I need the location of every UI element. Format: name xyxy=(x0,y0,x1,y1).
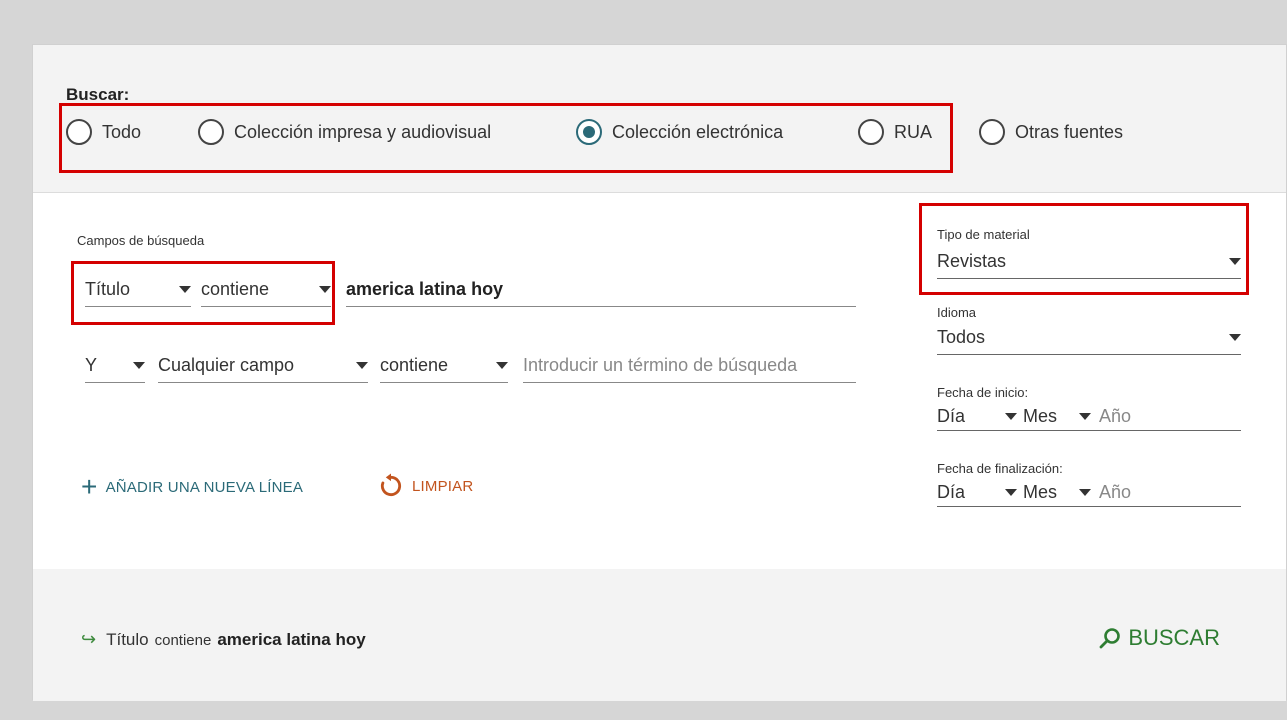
radio-coleccion-impresa[interactable]: Colección impresa y audiovisual xyxy=(198,118,491,146)
caret-down-icon xyxy=(1229,334,1241,341)
radio-circle-icon xyxy=(198,119,224,145)
language-label: Idioma xyxy=(937,305,977,320)
clear-button[interactable]: LIMPIAR xyxy=(378,473,473,499)
caret-down-icon xyxy=(496,362,508,369)
field-select-value: Título xyxy=(85,279,131,299)
caret-down-icon xyxy=(1005,413,1017,420)
caret-down-icon xyxy=(179,286,191,293)
end-day-select[interactable]: Día xyxy=(937,482,1005,503)
language-select[interactable]: Todos xyxy=(937,321,1241,355)
radio-rua[interactable]: RUA xyxy=(858,118,932,146)
advanced-search-panel: Buscar: Todo Colección impresa y audiovi… xyxy=(32,44,1287,701)
caret-down-icon xyxy=(1079,413,1091,420)
radio-circle-icon xyxy=(979,119,1005,145)
search-fields-label: Campos de búsqueda xyxy=(77,233,205,248)
boolean-select-value: Y xyxy=(85,355,98,375)
summary-value: america latina hoy xyxy=(217,630,366,649)
start-date-row: Día Mes Año xyxy=(937,403,1241,431)
search-button-label: BUSCAR xyxy=(1128,625,1220,650)
radio-otras-fuentes[interactable]: Otras fuentes xyxy=(979,118,1123,146)
caret-down-icon xyxy=(319,286,331,293)
operator-select-row2[interactable]: contiene xyxy=(380,349,508,383)
field-select-row1[interactable]: Título xyxy=(85,273,191,307)
material-type-select[interactable]: Revistas xyxy=(937,245,1241,279)
radio-label: Todo xyxy=(102,121,142,142)
radio-label: Otras fuentes xyxy=(1015,121,1124,142)
clear-label: LIMPIAR xyxy=(412,477,474,495)
reset-icon xyxy=(380,473,402,497)
radio-label: Colección impresa y audiovisual xyxy=(234,121,492,142)
boolean-select-row2[interactable]: Y xyxy=(85,349,145,383)
radio-circle-icon xyxy=(66,119,92,145)
add-line-label: AÑADIR UNA NUEVA LÍNEA xyxy=(105,478,304,496)
arrow-right-hook-icon: ↪ xyxy=(81,629,97,649)
add-line-button[interactable]: + AÑADIR UNA NUEVA LÍNEA xyxy=(81,473,303,501)
caret-down-icon xyxy=(356,362,368,369)
operator-select-value: contiene xyxy=(380,355,449,375)
start-year-input[interactable]: Año xyxy=(1099,406,1131,427)
search-term-input-row2[interactable]: Introducir un término de búsqueda xyxy=(523,349,856,383)
end-year-input[interactable]: Año xyxy=(1099,482,1131,503)
summary-field: Título xyxy=(106,630,149,649)
radio-label: Colección electrónica xyxy=(612,121,784,142)
material-type-value: Revistas xyxy=(937,251,1007,271)
material-type-label: Tipo de material xyxy=(937,227,1030,242)
radio-checked-icon xyxy=(576,119,602,145)
search-term-input-row1[interactable]: america latina hoy xyxy=(346,273,856,307)
caret-down-icon xyxy=(1229,258,1241,265)
search-button[interactable]: BUSCAR xyxy=(1098,625,1220,651)
plus-icon: + xyxy=(81,471,98,502)
end-date-row: Día Mes Año xyxy=(937,479,1241,507)
end-month-select[interactable]: Mes xyxy=(1023,482,1079,503)
field-select-value: Cualquier campo xyxy=(158,355,295,375)
language-value: Todos xyxy=(937,327,986,347)
caret-down-icon xyxy=(1079,489,1091,496)
start-month-select[interactable]: Mes xyxy=(1023,406,1079,427)
search-scope-label: Buscar: xyxy=(66,85,130,104)
radio-todo[interactable]: Todo xyxy=(66,118,141,146)
radio-circle-icon xyxy=(858,119,884,145)
operator-select-value: contiene xyxy=(201,279,270,299)
caret-down-icon xyxy=(1005,489,1017,496)
search-fields-section: Campos de búsqueda Título contiene ameri… xyxy=(33,193,1286,569)
search-summary-bar: ↪ Título contiene america latina hoy BUS… xyxy=(33,569,1286,701)
highlight-box-scope xyxy=(59,103,953,173)
summary-operator: contiene xyxy=(154,632,212,649)
field-select-row2[interactable]: Cualquier campo xyxy=(158,349,368,383)
start-date-label: Fecha de inicio: xyxy=(937,385,1029,400)
end-date-label: Fecha de finalización: xyxy=(937,461,1063,476)
radio-label: RUA xyxy=(894,121,933,142)
radio-coleccion-electronica[interactable]: Colección electrónica xyxy=(576,118,783,146)
caret-down-icon xyxy=(133,362,145,369)
operator-select-row1[interactable]: contiene xyxy=(201,273,331,307)
search-icon xyxy=(1099,628,1121,649)
start-day-select[interactable]: Día xyxy=(937,406,1005,427)
search-scope-section: Buscar: Todo Colección impresa y audiovi… xyxy=(33,45,1286,193)
query-summary: ↪ Título contiene america latina hoy xyxy=(81,629,366,650)
